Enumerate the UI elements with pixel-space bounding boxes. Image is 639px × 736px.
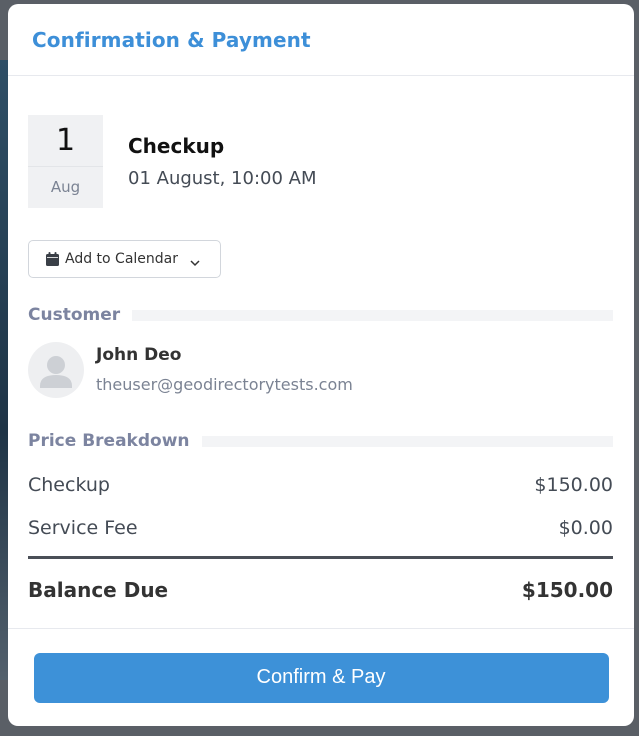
confirmation-modal: Confirmation & Payment 1 Aug Checkup 01 …: [8, 4, 634, 726]
balance-due-label: Balance Due: [28, 578, 169, 602]
price-row: Checkup $150.00: [28, 474, 613, 496]
price-item-label: Service Fee: [28, 517, 138, 539]
section-divider: [201, 435, 613, 447]
add-to-calendar-label: Add to Calendar: [65, 251, 179, 267]
price-row: Service Fee $0.00: [28, 517, 613, 539]
avatar: [28, 342, 84, 398]
customer-name: John Deo: [96, 345, 182, 365]
customer-section-label: Customer: [28, 305, 121, 325]
balance-due-row: Balance Due $150.00: [28, 578, 613, 602]
customer-email: theuser@geodirectorytests.com: [96, 375, 353, 394]
chevron-down-icon: [190, 255, 200, 267]
modal-body: 1 Aug Checkup 01 August, 10:00 AM Add to…: [8, 76, 634, 628]
customer-section-header: Customer: [28, 305, 613, 325]
date-badge: 1 Aug: [28, 115, 103, 208]
date-month: Aug: [50, 178, 81, 196]
calendar-icon: [46, 252, 59, 266]
total-divider: [28, 556, 613, 559]
price-item-label: Checkup: [28, 474, 110, 496]
modal-header: Confirmation & Payment: [8, 4, 634, 76]
modal-footer: Confirm & Pay: [8, 628, 634, 726]
price-item-amount: $150.00: [534, 474, 613, 496]
event-title: Checkup: [128, 134, 225, 158]
user-placeholder-icon: [40, 356, 72, 388]
add-to-calendar-dropdown[interactable]: Add to Calendar: [28, 240, 221, 278]
confirm-pay-button[interactable]: Confirm & Pay: [33, 652, 609, 703]
price-item-amount: $0.00: [558, 517, 613, 539]
event-datetime: 01 August, 10:00 AM: [128, 168, 317, 189]
section-divider: [132, 309, 613, 321]
date-day: 1: [28, 115, 103, 167]
price-section-label: Price Breakdown: [28, 431, 190, 451]
modal-title: Confirmation & Payment: [32, 27, 311, 52]
price-section-header: Price Breakdown: [28, 431, 613, 451]
balance-due-amount: $150.00: [521, 578, 613, 602]
